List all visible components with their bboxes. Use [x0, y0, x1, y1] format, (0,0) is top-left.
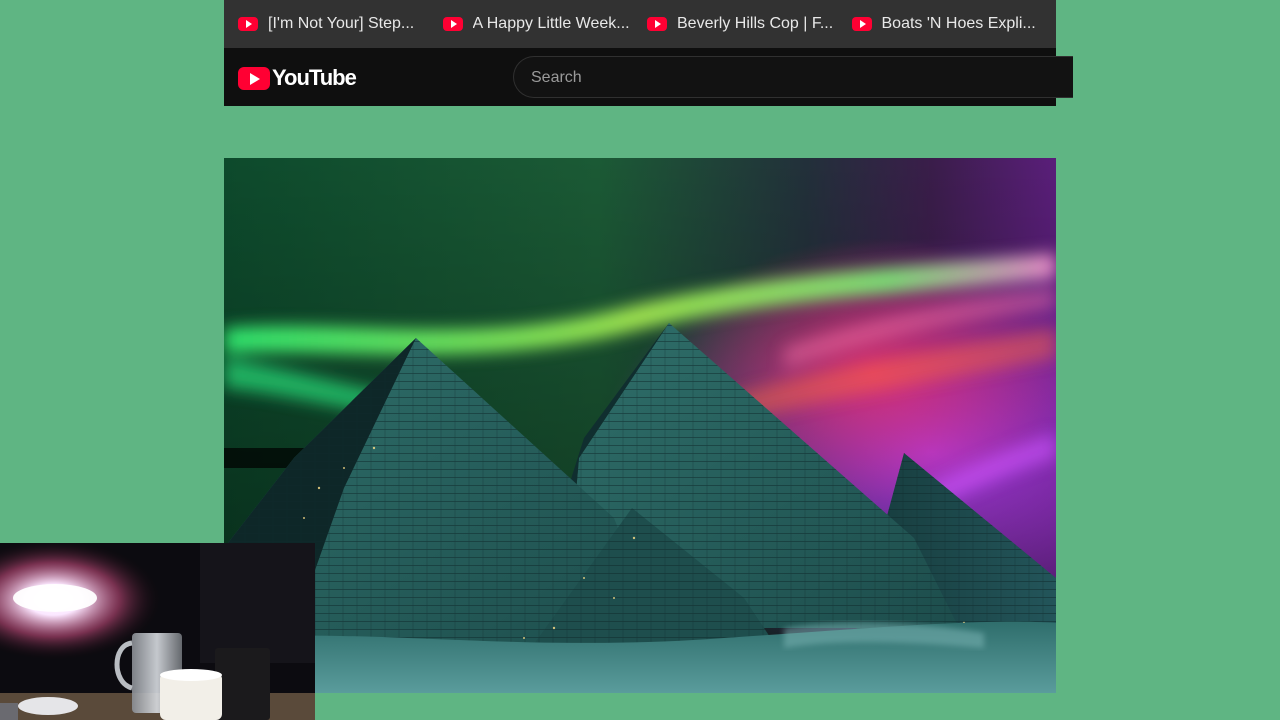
artwork-svg [224, 158, 1056, 693]
bookmark-label: A Happy Little Week... [472, 15, 630, 32]
bookmark-label: Beverly Hills Cop | F... [677, 15, 834, 32]
search-box [513, 56, 1073, 99]
bookmark-label: Boats 'N Hoes Expli... [881, 15, 1036, 32]
bookmark-4[interactable]: Boats 'N Hoes Expli... [851, 0, 1057, 48]
youtube-logo[interactable]: YouTube [238, 65, 357, 91]
bookmark-2[interactable]: A Happy Little Week... [442, 0, 648, 48]
logo-text: YouTube [272, 65, 357, 90]
bookmarks-bar: [I'm Not Your] Step... A Happy Little We… [224, 0, 1056, 48]
bookmark-3[interactable]: Beverly Hills Cop | F... [647, 0, 852, 48]
youtube-icon [851, 17, 872, 31]
pyramids-aurora-image [224, 158, 1056, 693]
webcam-svg [0, 543, 315, 720]
bookmark-label: [I'm Not Your] Step... [268, 15, 415, 32]
youtube-icon [647, 17, 667, 31]
bookmark-1[interactable]: [I'm Not Your] Step... [238, 0, 443, 48]
webcam-overlay [0, 543, 315, 720]
search-input[interactable] [514, 57, 1033, 99]
youtube-icon [442, 17, 463, 31]
youtube-play-icon [238, 66, 270, 90]
youtube-header: YouTube [224, 48, 1073, 106]
youtube-icon [238, 17, 258, 31]
